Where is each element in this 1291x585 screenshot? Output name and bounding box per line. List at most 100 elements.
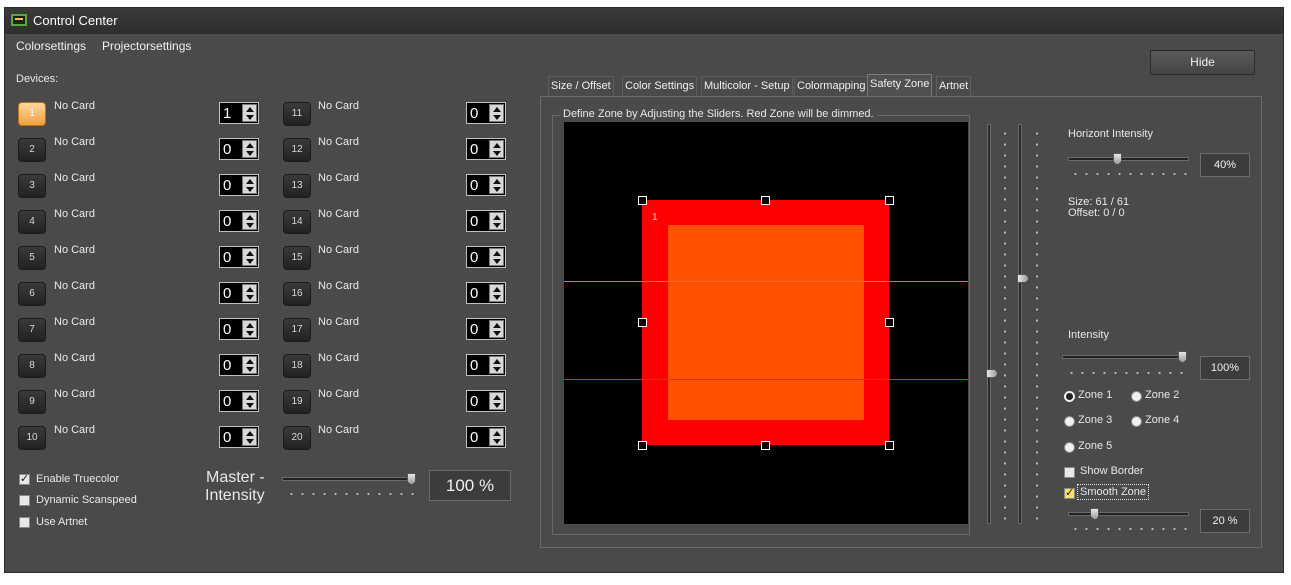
- vertical-slider-1-track[interactable]: [987, 124, 991, 524]
- handle-bottom[interactable]: [761, 441, 770, 450]
- arrow-up-icon[interactable]: [246, 107, 254, 112]
- smooth-zone-track[interactable]: [1068, 512, 1189, 516]
- dynamic-scanspeed-checkbox[interactable]: [19, 495, 30, 506]
- spinner-arrows-icon[interactable]: [489, 104, 504, 122]
- device-spinner-13[interactable]: 0: [466, 174, 506, 196]
- handle-bottom-right[interactable]: [885, 441, 894, 450]
- vertical-slider-2-track[interactable]: [1018, 124, 1022, 524]
- device-button-19[interactable]: 19: [283, 390, 311, 414]
- arrow-up-icon[interactable]: [493, 287, 501, 292]
- spinner-arrows-icon[interactable]: [242, 248, 257, 266]
- arrow-down-icon[interactable]: [246, 115, 254, 120]
- spinner-arrows-icon[interactable]: [489, 140, 504, 158]
- arrow-up-icon[interactable]: [493, 323, 501, 328]
- arrow-up-icon[interactable]: [493, 215, 501, 220]
- device-button-15[interactable]: 15: [283, 246, 311, 270]
- handle-top-left[interactable]: [638, 196, 647, 205]
- spinner-arrows-icon[interactable]: [489, 176, 504, 194]
- smooth-zone-checkbox[interactable]: [1064, 486, 1075, 499]
- arrow-up-icon[interactable]: [246, 359, 254, 364]
- device-spinner-15[interactable]: 0: [466, 246, 506, 268]
- arrow-down-icon[interactable]: [246, 367, 254, 372]
- arrow-down-icon[interactable]: [493, 259, 501, 264]
- spinner-arrows-icon[interactable]: [489, 392, 504, 410]
- zone-5-radio[interactable]: [1064, 442, 1075, 453]
- arrow-down-icon[interactable]: [493, 115, 501, 120]
- device-button-3[interactable]: 3: [18, 174, 46, 198]
- tab-color-settings[interactable]: Color Settings: [622, 76, 698, 96]
- arrow-up-icon[interactable]: [246, 179, 254, 184]
- tab-multicolor-setup[interactable]: Multicolor - Setup: [701, 76, 793, 96]
- arrow-up-icon[interactable]: [493, 107, 501, 112]
- handle-left[interactable]: [638, 318, 647, 327]
- device-spinner-20[interactable]: 0: [466, 426, 506, 448]
- arrow-down-icon[interactable]: [246, 403, 254, 408]
- device-spinner-17[interactable]: 0: [466, 318, 506, 340]
- device-button-1[interactable]: 1: [18, 102, 46, 126]
- hide-button[interactable]: Hide: [1150, 50, 1255, 75]
- arrow-up-icon[interactable]: [246, 323, 254, 328]
- tab-size-offset[interactable]: Size / Offset: [548, 76, 614, 96]
- device-spinner-1[interactable]: 1: [219, 102, 259, 124]
- device-spinner-5[interactable]: 0: [219, 246, 259, 268]
- arrow-up-icon[interactable]: [246, 287, 254, 292]
- device-spinner-16[interactable]: 0: [466, 282, 506, 304]
- device-button-17[interactable]: 17: [283, 318, 311, 342]
- menu-colorsettings[interactable]: Colorsettings: [16, 39, 86, 53]
- arrow-up-icon[interactable]: [493, 179, 501, 184]
- spinner-arrows-icon[interactable]: [242, 428, 257, 446]
- zone-4-radio[interactable]: [1131, 416, 1142, 427]
- arrow-up-icon[interactable]: [246, 395, 254, 400]
- tab-colormapping[interactable]: Colormapping: [794, 76, 869, 96]
- arrow-down-icon[interactable]: [493, 295, 501, 300]
- device-button-7[interactable]: 7: [18, 318, 46, 342]
- arrow-up-icon[interactable]: [493, 359, 501, 364]
- device-spinner-7[interactable]: 0: [219, 318, 259, 340]
- handle-right[interactable]: [885, 318, 894, 327]
- device-button-6[interactable]: 6: [18, 282, 46, 306]
- menu-projectorsettings[interactable]: Projectorsettings: [102, 39, 191, 53]
- device-spinner-18[interactable]: 0: [466, 354, 506, 376]
- tab-safety-zone[interactable]: Safety Zone: [867, 74, 933, 96]
- device-button-4[interactable]: 4: [18, 210, 46, 234]
- device-spinner-10[interactable]: 0: [219, 426, 259, 448]
- spinner-arrows-icon[interactable]: [489, 428, 504, 446]
- device-button-9[interactable]: 9: [18, 390, 46, 414]
- spinner-arrows-icon[interactable]: [242, 356, 257, 374]
- device-button-18[interactable]: 18: [283, 354, 311, 378]
- arrow-down-icon[interactable]: [246, 331, 254, 336]
- handle-bottom-left[interactable]: [638, 441, 647, 450]
- spinner-arrows-icon[interactable]: [489, 212, 504, 230]
- arrow-up-icon[interactable]: [493, 251, 501, 256]
- arrow-up-icon[interactable]: [493, 431, 501, 436]
- arrow-down-icon[interactable]: [493, 367, 501, 372]
- spinner-arrows-icon[interactable]: [242, 104, 257, 122]
- arrow-down-icon[interactable]: [246, 223, 254, 228]
- device-button-8[interactable]: 8: [18, 354, 46, 378]
- device-button-14[interactable]: 14: [283, 210, 311, 234]
- tab-artnet[interactable]: Artnet: [936, 76, 972, 96]
- spinner-arrows-icon[interactable]: [242, 284, 257, 302]
- arrow-up-icon[interactable]: [493, 395, 501, 400]
- device-button-12[interactable]: 12: [283, 138, 311, 162]
- device-spinner-14[interactable]: 0: [466, 210, 506, 232]
- enable-truecolor-checkbox[interactable]: [19, 472, 30, 485]
- arrow-up-icon[interactable]: [246, 431, 254, 436]
- spinner-arrows-icon[interactable]: [489, 356, 504, 374]
- handle-top[interactable]: [761, 196, 770, 205]
- device-button-16[interactable]: 16: [283, 282, 311, 306]
- spinner-arrows-icon[interactable]: [242, 176, 257, 194]
- device-button-2[interactable]: 2: [18, 138, 46, 162]
- arrow-down-icon[interactable]: [246, 259, 254, 264]
- device-button-10[interactable]: 10: [18, 426, 46, 450]
- arrow-up-icon[interactable]: [246, 215, 254, 220]
- spinner-arrows-icon[interactable]: [242, 320, 257, 338]
- arrow-down-icon[interactable]: [493, 439, 501, 444]
- arrow-down-icon[interactable]: [246, 187, 254, 192]
- arrow-down-icon[interactable]: [246, 295, 254, 300]
- intensity-track[interactable]: [1062, 355, 1187, 359]
- device-button-11[interactable]: 11: [283, 102, 311, 126]
- spinner-arrows-icon[interactable]: [489, 320, 504, 338]
- device-spinner-3[interactable]: 0: [219, 174, 259, 196]
- zone-canvas[interactable]: 1: [564, 122, 968, 524]
